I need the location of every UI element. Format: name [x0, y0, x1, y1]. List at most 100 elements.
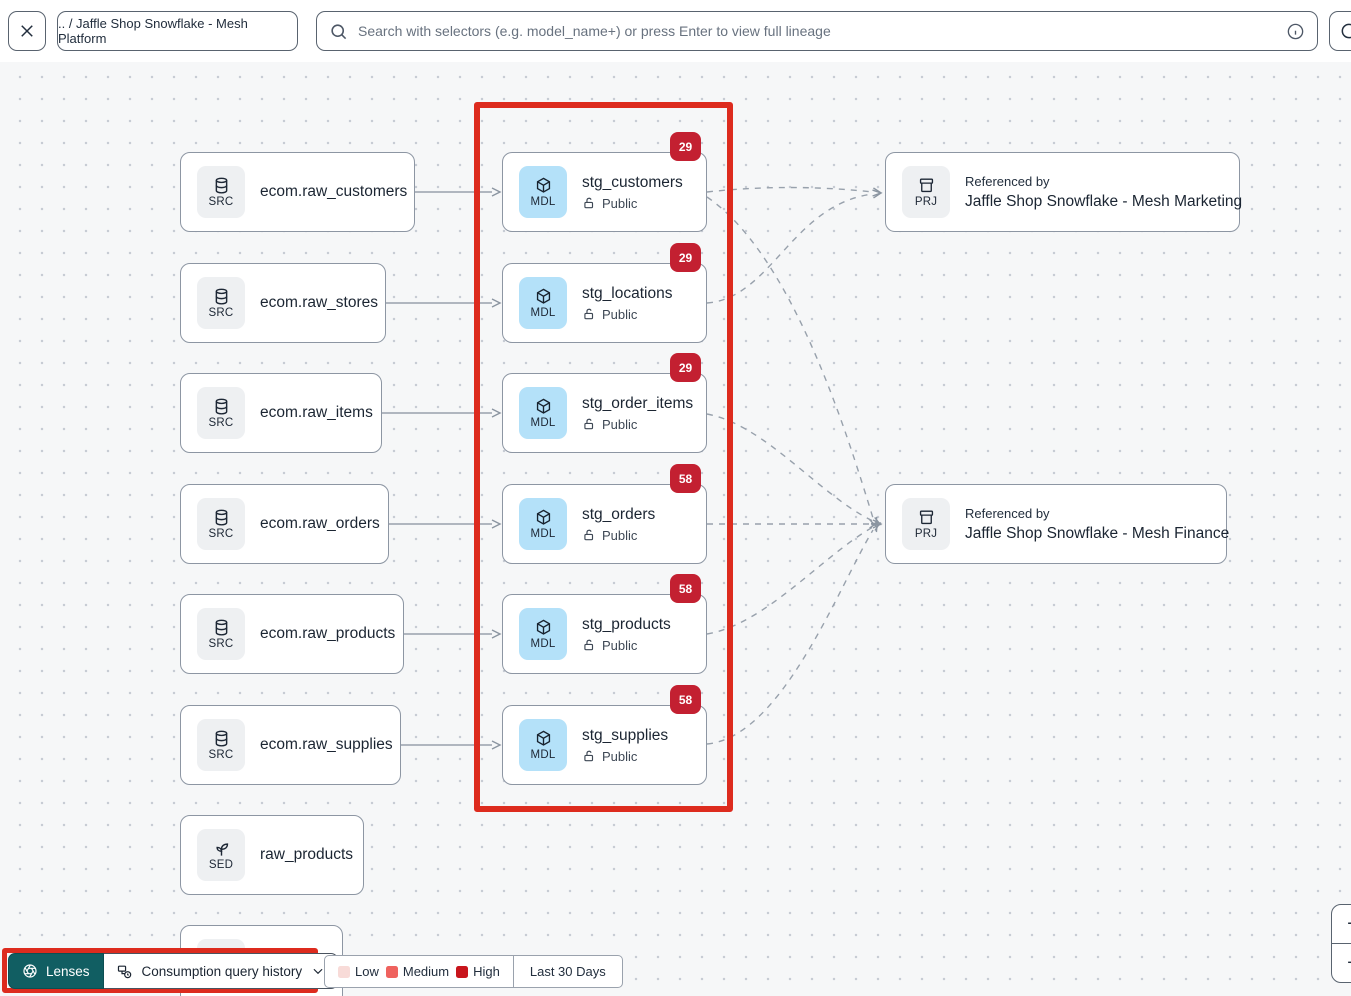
lineage-search	[316, 11, 1318, 51]
node-model-stg-products[interactable]: 58 MDL stg_products Public	[502, 594, 707, 674]
database-icon	[212, 618, 231, 637]
node-type-label: PRJ	[915, 196, 937, 208]
time-range-label: Last 30 Days	[530, 964, 606, 979]
source-icon-box: SRC	[197, 277, 245, 329]
source-icon-box: SRC	[197, 498, 245, 550]
project-icon	[917, 508, 936, 527]
cube-icon	[534, 618, 553, 637]
node-type-label: MDL	[531, 196, 556, 208]
node-type-label: SRC	[209, 638, 234, 650]
access-row: Public	[582, 638, 671, 653]
access-row: Public	[582, 196, 683, 211]
top-bar: .. / Jaffle Shop Snowflake - Mesh Platfo…	[0, 0, 1351, 62]
legend-items: Low Medium High	[325, 956, 513, 987]
node-project-mesh-marketing[interactable]: PRJ Referenced by Jaffle Shop Snowflake …	[885, 152, 1240, 232]
node-title: stg_customers	[582, 174, 683, 192]
access-row: Public	[582, 528, 655, 543]
node-type-label: SRC	[209, 196, 234, 208]
info-icon[interactable]	[1286, 22, 1305, 41]
node-source-raw-items[interactable]: SRC ecom.raw_items	[180, 373, 382, 453]
node-source-raw-orders[interactable]: SRC ecom.raw_orders	[180, 484, 389, 564]
zoom-out-button[interactable]: −	[1332, 944, 1351, 982]
node-title: stg_orders	[582, 506, 655, 524]
source-icon-box: SRC	[197, 608, 245, 660]
cube-icon	[534, 176, 553, 195]
close-icon	[18, 22, 36, 40]
lock-open-icon	[582, 417, 596, 431]
lenses-label: Lenses	[46, 964, 90, 979]
node-model-stg-supplies[interactable]: 58 MDL stg_supplies Public	[502, 705, 707, 785]
legend-item-low: Low	[338, 964, 379, 979]
node-title: Jaffle Shop Snowflake - Mesh Finance	[965, 525, 1229, 543]
node-title: ecom.raw_products	[260, 625, 395, 643]
search-input[interactable]	[358, 23, 1276, 39]
legend-label: High	[473, 964, 500, 979]
node-title: raw_products	[260, 846, 353, 864]
node-type-label: PRJ	[915, 528, 937, 540]
project-icon-box: PRJ	[902, 498, 950, 550]
close-button[interactable]	[8, 11, 46, 51]
legend-label: Medium	[403, 964, 449, 979]
node-model-stg-orders[interactable]: 58 MDL stg_orders Public	[502, 484, 707, 564]
node-type-label: SRC	[209, 417, 234, 429]
lenses-button[interactable]: Lenses	[8, 953, 104, 989]
lens-selected-label: Consumption query history	[142, 964, 303, 979]
node-project-mesh-finance[interactable]: PRJ Referenced by Jaffle Shop Snowflake …	[885, 484, 1227, 564]
legend-swatch-medium	[386, 966, 398, 978]
node-type-label: MDL	[531, 307, 556, 319]
referenced-by-label: Referenced by	[965, 174, 1242, 189]
zoom-in-button[interactable]: +	[1332, 905, 1351, 944]
node-title: Jaffle Shop Snowflake - Mesh Marketing	[965, 193, 1242, 211]
model-icon-box: MDL	[519, 608, 567, 660]
query-count-badge: 58	[670, 464, 701, 493]
model-icon-box: MDL	[519, 166, 567, 218]
lock-open-icon	[582, 638, 596, 652]
cube-icon	[534, 729, 553, 748]
topbar-right-button[interactable]	[1329, 11, 1351, 51]
access-row: Public	[582, 307, 672, 322]
node-model-stg-order-items[interactable]: 29 MDL stg_order_items Public	[502, 373, 707, 453]
query-count-badge: 58	[670, 574, 701, 603]
database-icon	[212, 397, 231, 416]
source-icon-box: SRC	[197, 387, 245, 439]
node-type-label: SED	[209, 859, 233, 871]
access-label: Public	[602, 417, 637, 432]
query-count-badge: 29	[670, 353, 701, 382]
node-source-raw-stores[interactable]: SRC ecom.raw_stores	[180, 263, 386, 343]
node-source-raw-customers[interactable]: SRC ecom.raw_customers	[180, 152, 415, 232]
aperture-icon	[22, 963, 38, 979]
query-history-icon	[116, 963, 133, 980]
breadcrumb-label: .. / Jaffle Shop Snowflake - Mesh Platfo…	[58, 16, 297, 46]
project-icon-box: PRJ	[902, 166, 950, 218]
node-model-stg-locations[interactable]: 29 MDL stg_locations Public	[502, 263, 707, 343]
search-icon	[329, 22, 348, 41]
database-icon	[212, 176, 231, 195]
node-title: ecom.raw_supplies	[260, 736, 393, 754]
time-range-chip: Last 30 Days	[513, 956, 622, 987]
lock-open-icon	[582, 528, 596, 542]
node-source-raw-supplies[interactable]: SRC ecom.raw_supplies	[180, 705, 401, 785]
node-type-label: SRC	[209, 307, 234, 319]
referenced-by-label: Referenced by	[965, 506, 1229, 521]
lens-selector[interactable]: Consumption query history	[104, 953, 339, 989]
lock-open-icon	[582, 196, 596, 210]
cube-icon	[534, 508, 553, 527]
access-row: Public	[582, 749, 668, 764]
circular-icon	[1339, 21, 1351, 41]
source-icon-box: SRC	[197, 166, 245, 218]
breadcrumb[interactable]: .. / Jaffle Shop Snowflake - Mesh Platfo…	[57, 11, 298, 51]
node-source-raw-products[interactable]: SRC ecom.raw_products	[180, 594, 404, 674]
cube-icon	[534, 397, 553, 416]
access-label: Public	[602, 638, 637, 653]
query-count-badge: 29	[670, 243, 701, 272]
legend-swatch-low	[338, 966, 350, 978]
access-label: Public	[602, 749, 637, 764]
node-type-label: SRC	[209, 528, 234, 540]
lens-legend: Low Medium High Last 30 Days	[324, 955, 623, 988]
node-model-stg-customers[interactable]: 29 MDL stg_customers Public	[502, 152, 707, 232]
access-label: Public	[602, 528, 637, 543]
node-title: stg_supplies	[582, 727, 668, 745]
node-seed-raw-products[interactable]: SED raw_products	[180, 815, 364, 895]
node-type-label: MDL	[531, 528, 556, 540]
node-type-label: MDL	[531, 749, 556, 761]
